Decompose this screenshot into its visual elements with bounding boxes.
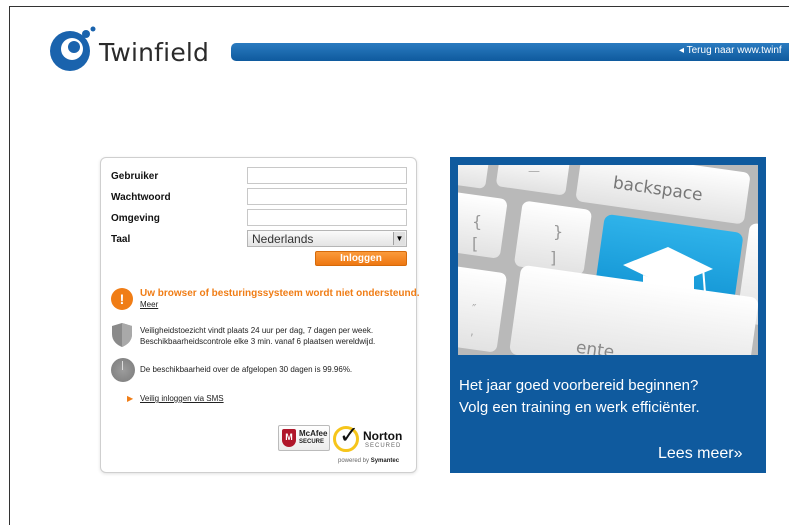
norton-secured-text: SECURED <box>365 443 402 449</box>
login-panel: Gebruiker Wachtwoord Omgeving Taal Neder… <box>100 157 420 473</box>
login-button[interactable]: Inloggen <box>315 251 407 266</box>
environment-label: Omgeving <box>111 213 160 224</box>
norton-text: Norton <box>363 429 403 443</box>
keyboard-graduation-image: — backspace { [ } ] ″ , ente <box>458 165 758 355</box>
svg-text:]: ] <box>550 248 556 267</box>
promo-headline: Het jaar goed voorbereid beginnen? Volg … <box>459 375 700 419</box>
mcafee-shield-icon: M <box>282 429 296 447</box>
mcafee-secure-text: SECURE <box>299 439 325 445</box>
svg-text:—: — <box>528 165 540 178</box>
promo-headline-line-1: Het jaar goed voorbereid beginnen? <box>459 377 699 394</box>
clock-icon <box>111 358 135 382</box>
dropdown-arrow-icon[interactable]: ▼ <box>393 232 405 245</box>
powered-by-symantec: powered by Symantec <box>338 458 400 464</box>
read-more-link[interactable]: Lees meer» <box>658 445 743 463</box>
shield-icon <box>111 322 133 353</box>
warning-more-link[interactable]: Meer <box>140 300 158 309</box>
security-line-1: Veiligheidstoezicht vindt plaats 24 uur … <box>140 326 374 335</box>
norton-secured-badge[interactable]: ✓ Norton SECURED <box>333 422 413 454</box>
arrow-right-icon: ▶ <box>127 394 134 403</box>
user-label: Gebruiker <box>111 171 159 182</box>
keyboard-image: — backspace { [ } ] ″ , ente <box>458 165 758 355</box>
svg-text:,: , <box>470 324 474 338</box>
user-input[interactable] <box>247 167 407 184</box>
security-line-2: Beschikbaarheidscontrole elke 3 min. van… <box>140 337 376 346</box>
norton-check-icon: ✓ <box>333 422 359 452</box>
back-to-site-link[interactable]: ◂ Terug naar www.twinf <box>679 45 782 56</box>
svg-text:[: [ <box>472 234 478 253</box>
promo-headline-line-2: Volg een training en werk efficiënter. <box>459 399 700 416</box>
svg-text:}: } <box>553 222 563 241</box>
language-select[interactable]: Nederlands ▼ <box>247 230 407 247</box>
svg-text:{: { <box>472 212 482 231</box>
unsupported-browser-warning: Uw browser of besturingssysteem wordt ni… <box>140 288 420 299</box>
environment-input[interactable] <box>247 209 407 226</box>
svg-text:″: ″ <box>472 302 477 316</box>
language-label: Taal <box>111 234 131 245</box>
twinfield-logo-icon <box>50 26 96 71</box>
security-info: Veiligheidstoezicht vindt plaats 24 uur … <box>140 325 375 347</box>
mcafee-text: McAfee <box>299 429 328 438</box>
twinfield-logo[interactable]: Twinfield <box>48 26 209 74</box>
password-input[interactable] <box>247 188 407 205</box>
availability-info: De beschikbaarheid over de afgelopen 30 … <box>140 365 353 374</box>
promo-panel[interactable]: — backspace { [ } ] ″ , ente Het jaar go… <box>450 157 766 473</box>
warning-icon: ! <box>111 288 133 310</box>
mcafee-secure-badge[interactable]: M McAfee SECURE <box>278 425 330 451</box>
password-label: Wachtwoord <box>111 192 171 203</box>
language-selected-value: Nederlands <box>252 232 314 246</box>
top-bar: ◂ Terug naar www.twinf <box>231 43 789 61</box>
sms-login-link[interactable]: Veilig inloggen via SMS <box>140 394 224 403</box>
logo-text: Twinfield <box>99 38 210 67</box>
